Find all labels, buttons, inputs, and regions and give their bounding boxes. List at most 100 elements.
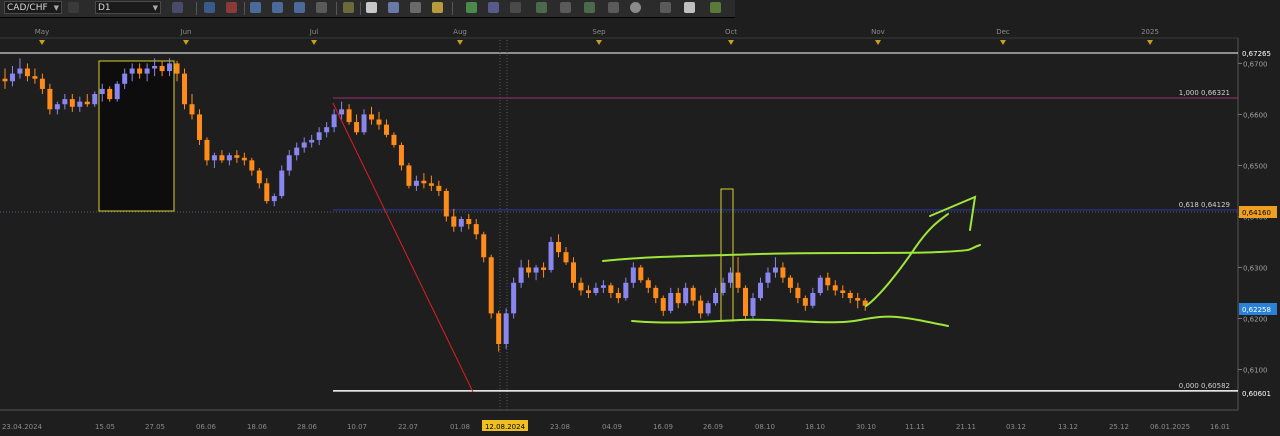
candle-body [264, 183, 270, 202]
candle-body [24, 68, 30, 77]
candle-body [518, 267, 524, 283]
candle-body [683, 287, 689, 304]
month-label: Sep [592, 28, 606, 36]
candle-body [107, 88, 113, 100]
candle-body [451, 216, 457, 227]
candle-body [204, 139, 210, 161]
candle-body [810, 292, 816, 306]
candle-body [728, 272, 734, 283]
candle-body [668, 292, 674, 311]
candle-body [129, 68, 135, 74]
candle-body [354, 122, 360, 133]
date-label: 06.06 [196, 423, 217, 431]
candle-body [339, 109, 345, 115]
candle-body [473, 224, 479, 235]
candle-body [398, 145, 404, 166]
month-label: Nov [871, 28, 885, 36]
price-bottom-label: 0,60601 [1242, 390, 1271, 398]
candle-body [77, 101, 83, 107]
candle-body [324, 127, 330, 133]
candle-body [750, 298, 756, 316]
candle-body [690, 287, 696, 301]
candle-body [698, 300, 704, 314]
candle-body [548, 241, 554, 271]
candle-body [226, 155, 232, 161]
candle-body [675, 292, 681, 304]
candle-body [533, 267, 539, 273]
candle-body [713, 292, 719, 304]
date-label: 01.08 [450, 423, 470, 431]
candle-body [211, 155, 217, 161]
candle-body [159, 65, 165, 72]
price-label: 0,6700 [1243, 60, 1268, 68]
candle-body [481, 234, 487, 258]
candle-body [234, 155, 240, 158]
candle-body [421, 180, 427, 184]
candle-body [765, 272, 771, 283]
date-label: 03.12 [1006, 423, 1026, 431]
date-label: 16.09 [653, 423, 673, 431]
candle-body [735, 272, 741, 288]
month-label: Oct [725, 28, 737, 36]
candle-body [152, 65, 158, 69]
candle-body [556, 241, 562, 253]
candle-body [511, 282, 517, 314]
candle-body [780, 267, 786, 278]
candle-body [503, 313, 509, 344]
candle-body [787, 277, 793, 288]
price-chart[interactable]: May Jun Jul Aug Sep Oct Nov Dec 2025 23.04.2024 1… [0, 0, 1280, 436]
candle-body [593, 287, 599, 293]
candle-body [600, 285, 606, 288]
date-label: 30.10 [856, 423, 876, 431]
candle-body [331, 114, 337, 128]
date-label: 28.06 [297, 423, 318, 431]
candle-body [196, 114, 202, 140]
date-label: 12.08.2024 [485, 423, 526, 431]
candle-body [383, 124, 389, 135]
candle-body [249, 160, 255, 171]
price-top-label: 0,67265 [1242, 50, 1271, 58]
candle-body [316, 132, 322, 140]
date-label: 23.08 [550, 423, 570, 431]
candle-body [466, 219, 472, 225]
price-label: 0,6100 [1243, 366, 1268, 374]
candle-body [772, 267, 778, 273]
candle-body [32, 76, 38, 79]
candle-body [406, 165, 412, 186]
candle-body [189, 104, 195, 115]
date-label: 26.09 [703, 423, 723, 431]
candle-body [496, 313, 502, 344]
candle-body [17, 68, 23, 74]
candle-body [62, 99, 68, 105]
candle-body [167, 63, 173, 72]
fib-level-label: 0,618 0,64129 [1179, 201, 1230, 209]
candle-body [630, 267, 636, 283]
candle-body [645, 280, 651, 288]
candle-body [47, 88, 53, 110]
candle-body [585, 290, 591, 293]
candle-body [817, 277, 823, 293]
highlight-box[interactable] [98, 60, 175, 212]
chart-background [0, 18, 1280, 436]
candle-body [825, 277, 831, 286]
date-label: 25.12 [1109, 423, 1129, 431]
candle-body [391, 134, 397, 146]
candle-body [795, 287, 801, 299]
candle-body [2, 78, 8, 82]
candle-body [653, 287, 659, 299]
price-marker-label: 0,64160 [1242, 209, 1271, 217]
date-label: 18.10 [805, 423, 825, 431]
candle-body [570, 262, 576, 283]
candle-body [271, 196, 277, 202]
candle-body [92, 94, 98, 105]
price-label: 0,6200 [1243, 315, 1268, 323]
month-label: Aug [453, 28, 467, 36]
candle-body [638, 267, 644, 281]
candle-body [832, 285, 838, 291]
candle-body [743, 287, 749, 316]
candle-body [488, 257, 494, 314]
date-label: 16.01 [1210, 423, 1230, 431]
candle-body [563, 252, 569, 263]
candle-body [99, 88, 105, 95]
candle-body [840, 290, 846, 293]
